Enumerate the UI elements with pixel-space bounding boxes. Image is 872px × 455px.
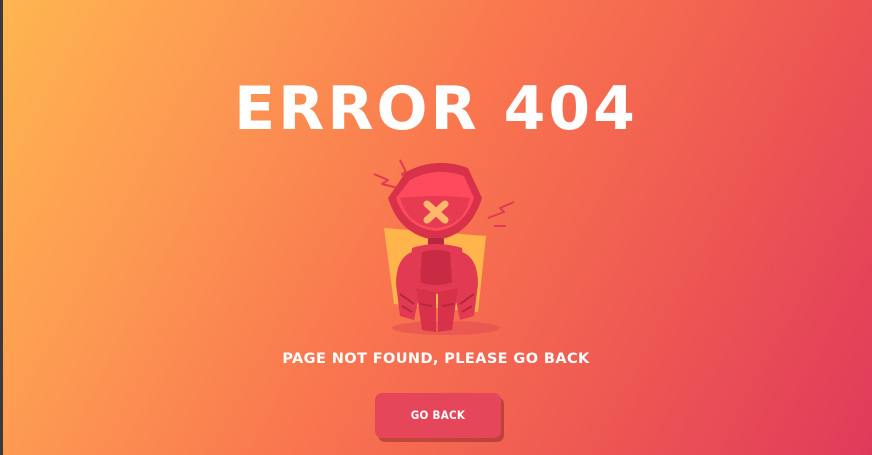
broken-robot-icon — [366, 154, 516, 340]
error-title: ERROR 404 — [234, 74, 638, 144]
error-page: ERROR 404 PAGE NOT FOUND, PLEASE GO BACK… — [0, 0, 872, 455]
error-message: PAGE NOT FOUND, PLEASE GO BACK — [282, 351, 590, 367]
go-back-button[interactable]: GO BACK — [375, 393, 501, 438]
